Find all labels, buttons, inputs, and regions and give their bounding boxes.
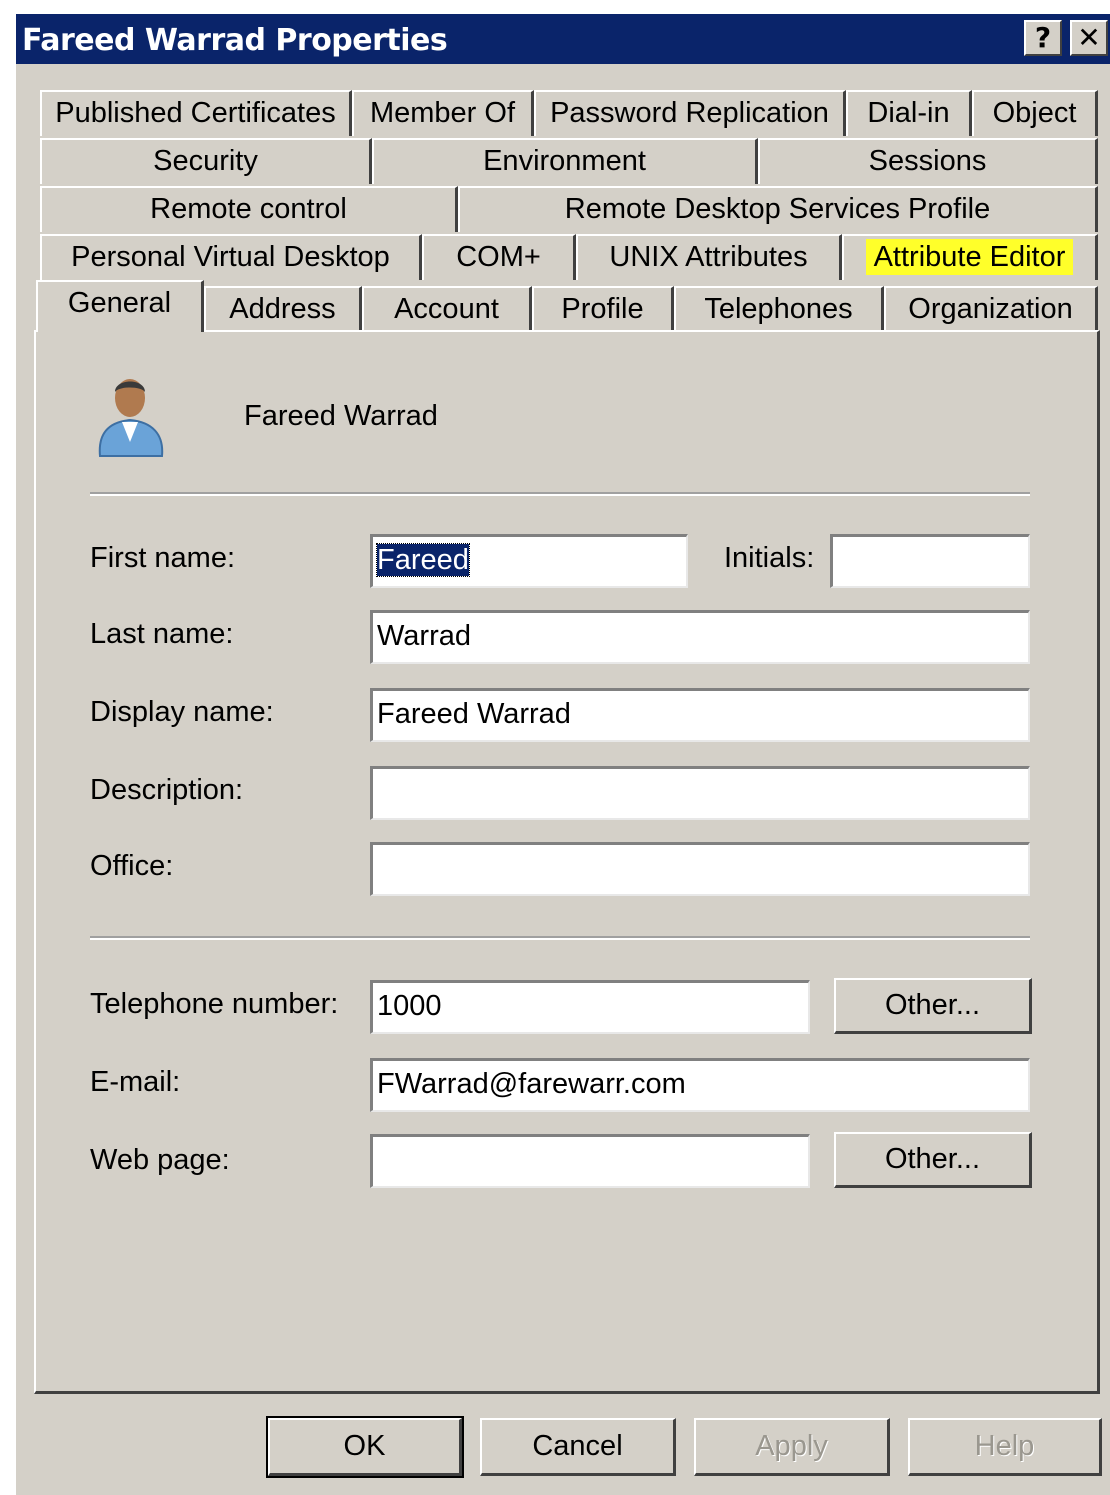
- initials-field[interactable]: [830, 534, 1030, 588]
- tab-organization[interactable]: Organization: [884, 286, 1098, 332]
- properties-dialog: Fareed Warrad Properties ? ✕ Published C…: [14, 14, 1110, 1495]
- email-field[interactable]: FWarrad@farewarr.com: [370, 1058, 1030, 1112]
- tab-general[interactable]: General: [36, 280, 204, 332]
- first-name-field[interactable]: Fareed: [370, 534, 688, 588]
- display-name-field[interactable]: Fareed Warrad: [370, 688, 1030, 742]
- tab-member-of[interactable]: Member Of: [352, 90, 534, 136]
- user-display-heading: Fareed Warrad: [244, 400, 438, 432]
- help-title-button[interactable]: ?: [1024, 20, 1062, 56]
- last-name-label: Last name:: [90, 618, 234, 650]
- tab-dial-in[interactable]: Dial-in: [846, 90, 972, 136]
- title-bar: Fareed Warrad Properties ? ✕: [16, 14, 1110, 64]
- email-label: E-mail:: [90, 1066, 181, 1098]
- tab-security[interactable]: Security: [40, 138, 372, 184]
- tab-password-replication[interactable]: Password Replication: [534, 90, 846, 136]
- separator: [90, 936, 1030, 940]
- tab-account[interactable]: Account: [362, 286, 532, 332]
- last-name-field[interactable]: Warrad: [370, 610, 1030, 664]
- help-icon: ?: [1034, 21, 1052, 54]
- tab-sessions[interactable]: Sessions: [758, 138, 1098, 184]
- web-page-label: Web page:: [90, 1144, 230, 1176]
- telephone-field[interactable]: 1000: [370, 980, 810, 1034]
- window-title: Fareed Warrad Properties: [22, 23, 448, 58]
- first-name-label: First name:: [90, 542, 236, 574]
- tab-profile[interactable]: Profile: [532, 286, 674, 332]
- description-field[interactable]: [370, 766, 1030, 820]
- tab-attribute-editor[interactable]: Attribute Editor: [842, 234, 1098, 280]
- tab-address[interactable]: Address: [204, 286, 362, 332]
- tab-remote-control[interactable]: Remote control: [40, 186, 458, 232]
- close-title-button[interactable]: ✕: [1070, 20, 1108, 56]
- cancel-button[interactable]: Cancel: [480, 1418, 676, 1476]
- office-label: Office:: [90, 850, 174, 882]
- telephone-label: Telephone number:: [90, 988, 339, 1020]
- general-tab-panel: Fareed Warrad First name: Fareed Initial…: [34, 330, 1100, 1394]
- close-icon: ✕: [1077, 21, 1101, 54]
- tab-published-certificates[interactable]: Published Certificates: [40, 90, 352, 136]
- display-name-label: Display name:: [90, 696, 274, 728]
- tab-unix-attributes[interactable]: UNIX Attributes: [576, 234, 842, 280]
- first-name-value: Fareed: [376, 543, 470, 577]
- tab-remote-desktop-services-profile[interactable]: Remote Desktop Services Profile: [458, 186, 1098, 232]
- tab-environment[interactable]: Environment: [372, 138, 758, 184]
- web-page-field[interactable]: [370, 1134, 810, 1188]
- web-page-other-button[interactable]: Other...: [834, 1132, 1032, 1188]
- tab-object[interactable]: Object: [972, 90, 1098, 136]
- description-label: Description:: [90, 774, 244, 806]
- office-field[interactable]: [370, 842, 1030, 896]
- tab-com-plus[interactable]: COM+: [422, 234, 576, 280]
- separator: [90, 492, 1030, 496]
- apply-button[interactable]: Apply: [694, 1418, 890, 1476]
- user-avatar-icon: [98, 379, 164, 457]
- help-button[interactable]: Help: [908, 1418, 1102, 1476]
- initials-label: Initials:: [724, 542, 815, 574]
- ok-button[interactable]: OK: [266, 1416, 464, 1478]
- tab-personal-virtual-desktop[interactable]: Personal Virtual Desktop: [40, 234, 422, 280]
- tab-telephones[interactable]: Telephones: [674, 286, 884, 332]
- telephone-other-button[interactable]: Other...: [834, 978, 1032, 1034]
